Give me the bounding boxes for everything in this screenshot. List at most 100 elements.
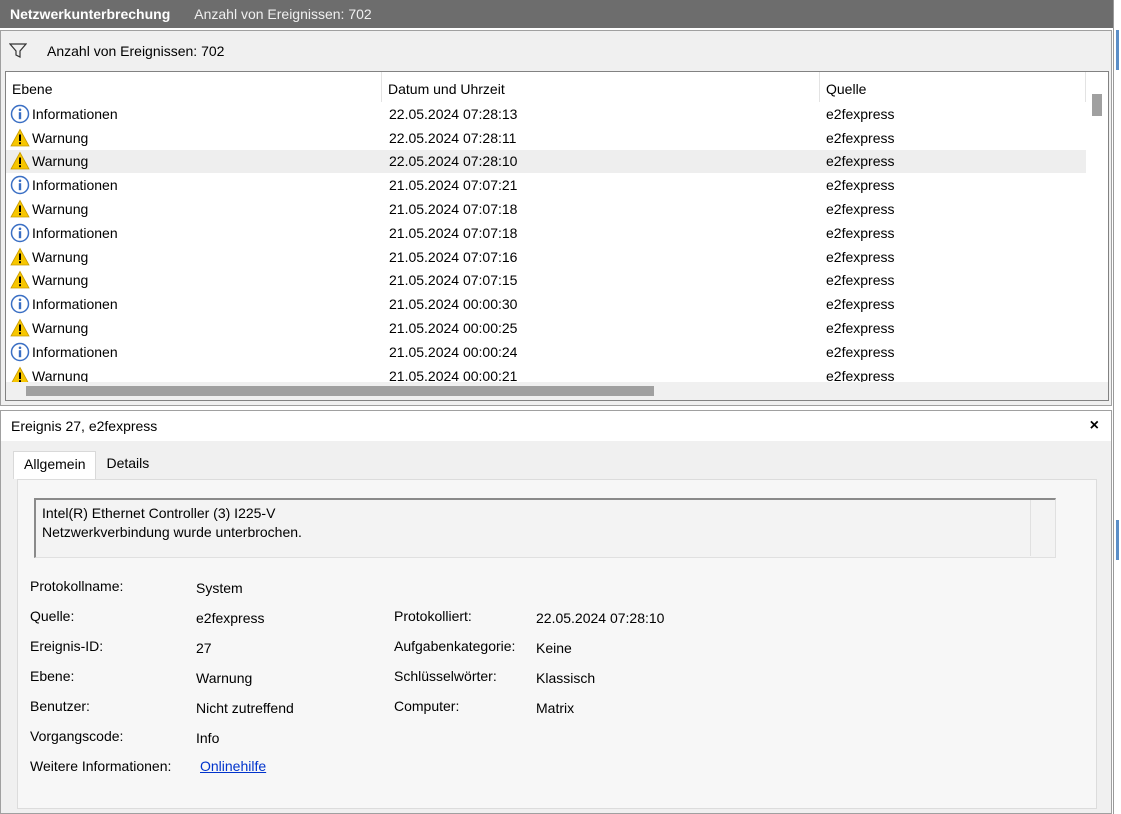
table-row[interactable]: Warnung 21.05.2024 07:07:16 e2fexpress	[6, 245, 1088, 269]
filter-event-count: Anzahl von Ereignissen: 702	[47, 43, 225, 59]
filter-icon	[8, 43, 28, 59]
cell-ebene: Warnung	[6, 128, 382, 148]
warning-icon	[10, 270, 30, 290]
value-protokollname[interactable]: System	[196, 580, 243, 596]
level-text: Warnung	[32, 129, 89, 146]
value-ebene[interactable]: Warnung	[196, 670, 252, 686]
event-message-box[interactable]: Intel(R) Ethernet Controller (3) I225-V …	[34, 498, 1056, 558]
value-vorgangscode[interactable]: Info	[196, 730, 219, 746]
horizontal-scrollbar[interactable]	[6, 382, 1108, 400]
table-row[interactable]: Informationen 21.05.2024 00:00:30 e2fexpre…	[6, 292, 1088, 316]
table-row[interactable]: Informationen 22.05.2024 07:28:13 e2fexpre…	[6, 102, 1088, 126]
right-pane-edge	[1113, 0, 1121, 814]
cell-datum: 21.05.2024 07:07:21	[389, 177, 518, 194]
tab-allgemein[interactable]: Allgemein	[13, 451, 97, 479]
label-benutzer: Benutzer:	[30, 698, 90, 714]
cell-quelle: e2fexpress	[826, 177, 895, 194]
cell-quelle: e2fexpress	[826, 272, 895, 289]
edge-accent	[1116, 30, 1119, 70]
events-pane: Anzahl von Ereignissen: 702 Ebene Datum …	[0, 30, 1112, 406]
label-weitere-informationen: Weitere Informationen:	[30, 758, 172, 774]
cell-datum: 21.05.2024 00:00:24	[389, 343, 518, 360]
detail-tabs: Allgemein Details	[13, 451, 159, 479]
cell-quelle: e2fexpress	[826, 224, 895, 241]
value-schluesselwoerter[interactable]: Klassisch	[536, 670, 595, 686]
events-grid[interactable]: Ebene Datum und Uhrzeit Quelle Informati…	[5, 71, 1109, 401]
warning-icon	[10, 199, 30, 219]
label-computer: Computer:	[394, 698, 460, 714]
edge-accent-2	[1116, 520, 1119, 560]
table-row[interactable]: Informationen 21.05.2024 00:00:24 e2fexpre…	[6, 340, 1088, 364]
detail-title: Ereignis 27, e2fexpress	[11, 418, 158, 434]
cell-datum: 21.05.2024 07:07:18	[389, 201, 518, 218]
value-benutzer[interactable]: Nicht zutreffend	[196, 700, 294, 716]
general-tab-panel: Intel(R) Ethernet Controller (3) I225-V …	[17, 479, 1097, 809]
cell-datum: 22.05.2024 07:28:11	[389, 129, 517, 146]
level-text: Warnung	[32, 272, 89, 289]
tab-details[interactable]: Details	[96, 451, 159, 477]
label-protokollname: Protokollname:	[30, 578, 124, 594]
label-quelle: Quelle:	[30, 608, 75, 624]
vertical-scrollbar[interactable]	[1086, 72, 1108, 384]
cell-ebene: Informationen	[6, 342, 382, 362]
title-event-count: Anzahl von Ereignissen: 702	[194, 6, 372, 22]
event-detail-pane: Ereignis 27, e2fexpress × Allgemein Deta…	[0, 410, 1112, 814]
level-text: Informationen	[32, 343, 118, 360]
warning-icon	[10, 247, 30, 267]
level-text: Warnung	[32, 320, 89, 337]
info-icon	[10, 342, 30, 362]
label-vorgangscode: Vorgangscode:	[30, 728, 124, 744]
cell-ebene: Informationen	[6, 104, 382, 124]
warning-icon	[10, 318, 30, 338]
cell-datum: 21.05.2024 07:07:15	[389, 272, 518, 289]
horizontal-scroll-thumb[interactable]	[26, 386, 654, 396]
message-line-1: Intel(R) Ethernet Controller (3) I225-V	[42, 505, 276, 521]
table-row[interactable]: Warnung 21.05.2024 07:07:15 e2fexpress	[6, 269, 1088, 293]
info-icon	[10, 223, 30, 243]
value-computer[interactable]: Matrix	[536, 700, 574, 716]
table-row[interactable]: Informationen 21.05.2024 07:07:18 e2fexpre…	[6, 221, 1088, 245]
vertical-scroll-thumb[interactable]	[1092, 94, 1102, 116]
message-box-divider	[1030, 500, 1031, 556]
label-protokolliert: Protokolliert:	[394, 608, 472, 624]
filter-bar: Anzahl von Ereignissen: 702	[1, 31, 1111, 71]
warning-icon	[10, 151, 30, 171]
info-icon	[10, 175, 30, 195]
cell-quelle: e2fexpress	[826, 296, 895, 313]
level-text: Informationen	[32, 177, 118, 194]
cell-ebene: Warnung	[6, 151, 382, 171]
label-aufgabenkategorie: Aufgabenkategorie:	[394, 638, 516, 654]
cell-quelle: e2fexpress	[826, 129, 895, 146]
cell-ebene: Warnung	[6, 247, 382, 267]
cell-datum: 21.05.2024 00:00:30	[389, 296, 518, 313]
cell-datum: 22.05.2024 07:28:13	[389, 105, 518, 122]
cell-datum: 21.05.2024 07:07:18	[389, 224, 518, 241]
cell-quelle: e2fexpress	[826, 248, 895, 265]
online-help-link[interactable]: Onlinehilfe	[200, 758, 266, 774]
table-row[interactable]: Warnung 21.05.2024 00:00:25 e2fexpress	[6, 316, 1088, 340]
cell-quelle: e2fexpress	[826, 153, 895, 170]
cell-datum: 21.05.2024 00:00:25	[389, 320, 518, 337]
level-text: Informationen	[32, 224, 118, 241]
close-button[interactable]: ×	[1090, 417, 1099, 435]
table-row[interactable]: Warnung 22.05.2024 07:28:10 e2fexpress	[6, 149, 1088, 174]
column-header-datum[interactable]: Datum und Uhrzeit	[382, 72, 820, 102]
value-protokolliert[interactable]: 22.05.2024 07:28:10	[536, 610, 664, 626]
cell-ebene: Warnung	[6, 318, 382, 338]
column-header-quelle[interactable]: Quelle	[820, 72, 1086, 102]
detail-header: Ereignis 27, e2fexpress ×	[1, 411, 1111, 441]
warning-icon	[10, 128, 30, 148]
cell-quelle: e2fexpress	[826, 343, 895, 360]
value-aufgabenkategorie[interactable]: Keine	[536, 640, 572, 656]
level-text: Warnung	[32, 248, 89, 265]
level-text: Informationen	[32, 296, 118, 313]
value-quelle[interactable]: e2fexpress	[196, 610, 264, 626]
table-row[interactable]: Warnung 21.05.2024 07:07:18 e2fexpress	[6, 197, 1088, 221]
column-header-ebene[interactable]: Ebene	[6, 72, 382, 102]
info-icon	[10, 294, 30, 314]
table-row[interactable]: Warnung 22.05.2024 07:28:11 e2fexpress	[6, 126, 1088, 150]
table-row[interactable]: Informationen 21.05.2024 07:07:21 e2fexpre…	[6, 173, 1088, 197]
level-text: Informationen	[32, 105, 118, 122]
level-text: Warnung	[32, 153, 89, 170]
value-ereignis-id[interactable]: 27	[196, 640, 212, 656]
